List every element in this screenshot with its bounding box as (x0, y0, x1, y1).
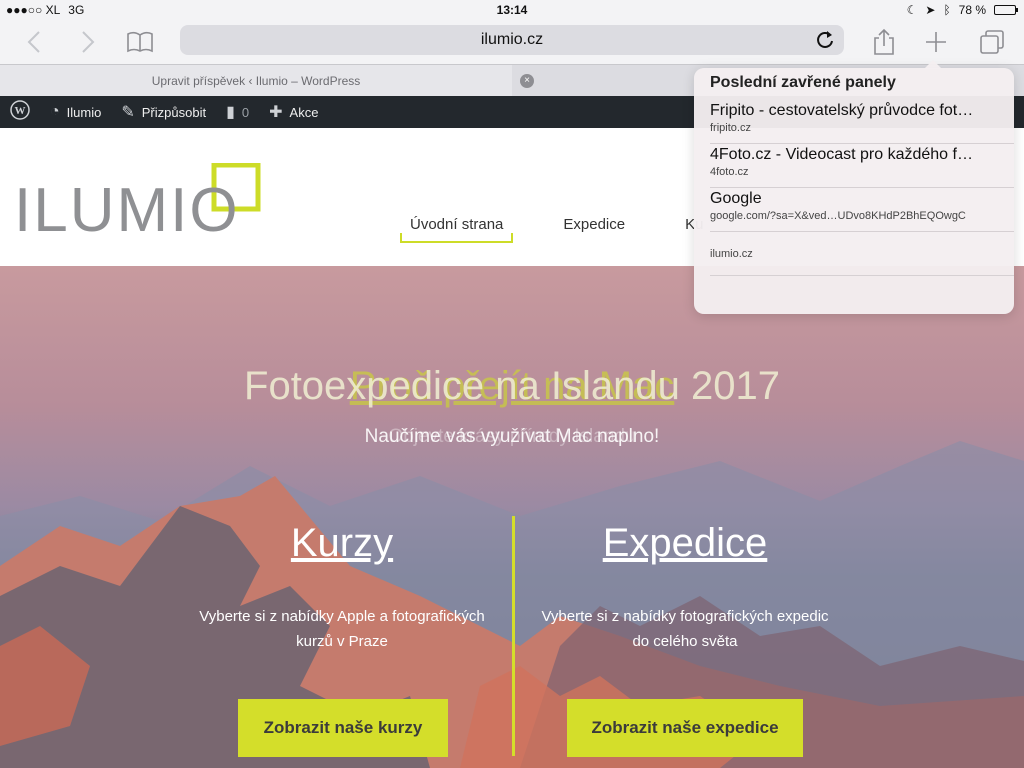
expedice-text: Vyberte si z nabídky fotografických expe… (525, 604, 845, 654)
kurzy-text-line-2: kurzů v Praze (296, 633, 388, 650)
share-icon[interactable] (868, 26, 900, 58)
tab-title: Upravit příspěvek ‹ Ilumio – WordPress (151, 74, 361, 88)
item-url: fripito.cz (710, 122, 751, 134)
item-title: Fripito - cestovatelský průvodce fot… (710, 102, 974, 119)
kurzy-heading[interactable]: Kurzy (182, 521, 502, 566)
hero-subtitle: Naučíme vás využívat Mac naplno! (364, 426, 660, 447)
site-logo[interactable]: ILUMIO (14, 162, 274, 245)
expedice-heading[interactable]: Expedice (525, 521, 845, 566)
plus-icon: ✚ (269, 104, 283, 121)
logo-text: ILUMIO (14, 176, 240, 243)
bluetooth-icon: ᛒ (943, 3, 951, 17)
close-icon[interactable]: × (520, 74, 534, 88)
item-title: 4Foto.cz - Videocast pro každého f… (710, 146, 973, 163)
hero-title: Fotoexpedice na Islandu 2017 (244, 364, 780, 408)
dashboard-icon: ◔ (50, 103, 60, 120)
location-icon: ➤ (925, 3, 936, 17)
recently-closed-item[interactable]: 4Foto.cz - Videocast pro každého f… 4fot… (710, 144, 1014, 188)
nav-item-expedice[interactable]: Expedice (553, 216, 635, 243)
new-content-link[interactable]: ✚ Akce (269, 102, 318, 122)
site-name-link[interactable]: ◔ Ilumio (50, 103, 101, 121)
new-content-label: Akce (289, 104, 319, 120)
status-bar: ●●●○○ XL 3G 13:14 ☾ ➤ ᛒ 78 % (0, 0, 1024, 20)
tabs-icon[interactable] (976, 26, 1008, 58)
clock: 13:14 (496, 3, 528, 17)
moon-icon: ☾ (906, 3, 918, 17)
item-url: 4foto.cz (710, 166, 749, 178)
kurzy-text-line-1: Vyberte si z nabídky Apple a fotografick… (199, 608, 485, 625)
nav-item-home[interactable]: Úvodní strana (400, 216, 514, 243)
main-nav: Úvodní strana Expedice Ku (400, 216, 713, 243)
item-url: google.com/?sa=X&ved…UDvo8KHdP2BhEQOwgC (710, 210, 966, 222)
site-name-label: Ilumio (66, 104, 102, 120)
bookmarks-icon[interactable] (124, 26, 156, 58)
show-expeditions-button[interactable]: Zobrazit naše expedice (567, 699, 803, 757)
expedice-text-line-1: Vyberte si z nabídky fotografických expe… (541, 608, 829, 625)
battery-percent: 78 % (958, 3, 986, 17)
tab-wordpress[interactable]: Upravit příspěvek ‹ Ilumio – WordPress (0, 65, 512, 97)
recently-closed-tabs-popover: Poslední zavřené panely Fripito - cestov… (694, 60, 1014, 314)
item-url: ilumio.cz (710, 248, 753, 260)
column-divider (512, 516, 515, 756)
reload-icon[interactable] (814, 29, 836, 51)
wordpress-icon: W (10, 99, 30, 125)
browser-toolbar: ilumio.cz (0, 20, 1024, 64)
address-bar[interactable]: ilumio.cz (180, 25, 844, 55)
expedice-text-line-2: do celého světa (632, 633, 738, 650)
hero-banner: Proč přejít na Mac Fotoexpedice na Islan… (0, 266, 1024, 768)
svg-text:W: W (15, 105, 26, 117)
popover-title: Poslední zavřené panely (710, 74, 896, 91)
column-kurzy: Kurzy Vyberte si z nabídky Apple a fotog… (182, 521, 502, 654)
recently-closed-item[interactable]: Fripito - cestovatelský průvodce fot… fr… (710, 100, 1014, 144)
wordpress-logo-button[interactable]: W (10, 99, 30, 125)
forward-icon[interactable] (72, 26, 104, 58)
show-courses-button[interactable]: Zobrazit naše kurzy (238, 699, 448, 757)
new-tab-icon[interactable] (920, 26, 952, 58)
address-text: ilumio.cz (480, 31, 544, 48)
comments-count: 0 (241, 104, 250, 120)
battery-icon (994, 5, 1018, 15)
comment-icon: ▮ (226, 104, 235, 121)
back-icon[interactable] (18, 26, 50, 58)
column-expedice: Expedice Vyberte si z nabídky fotografic… (525, 521, 845, 654)
customize-link[interactable]: ✎ Přizpůsobit (121, 102, 206, 122)
recently-closed-item[interactable]: Google google.com/?sa=X&ved…UDvo8KHdP2Bh… (710, 188, 1014, 232)
item-title: Google (710, 190, 762, 207)
recently-closed-list: Fripito - cestovatelský průvodce fot… fr… (710, 100, 1014, 276)
recently-closed-item[interactable]: ilumio.cz (710, 232, 1014, 276)
kurzy-text: Vyberte si z nabídky Apple a fotografick… (182, 604, 502, 654)
brush-icon: ✎ (121, 104, 135, 121)
comments-link[interactable]: ▮ 0 (226, 102, 249, 122)
customize-label: Přizpůsobit (141, 104, 207, 120)
